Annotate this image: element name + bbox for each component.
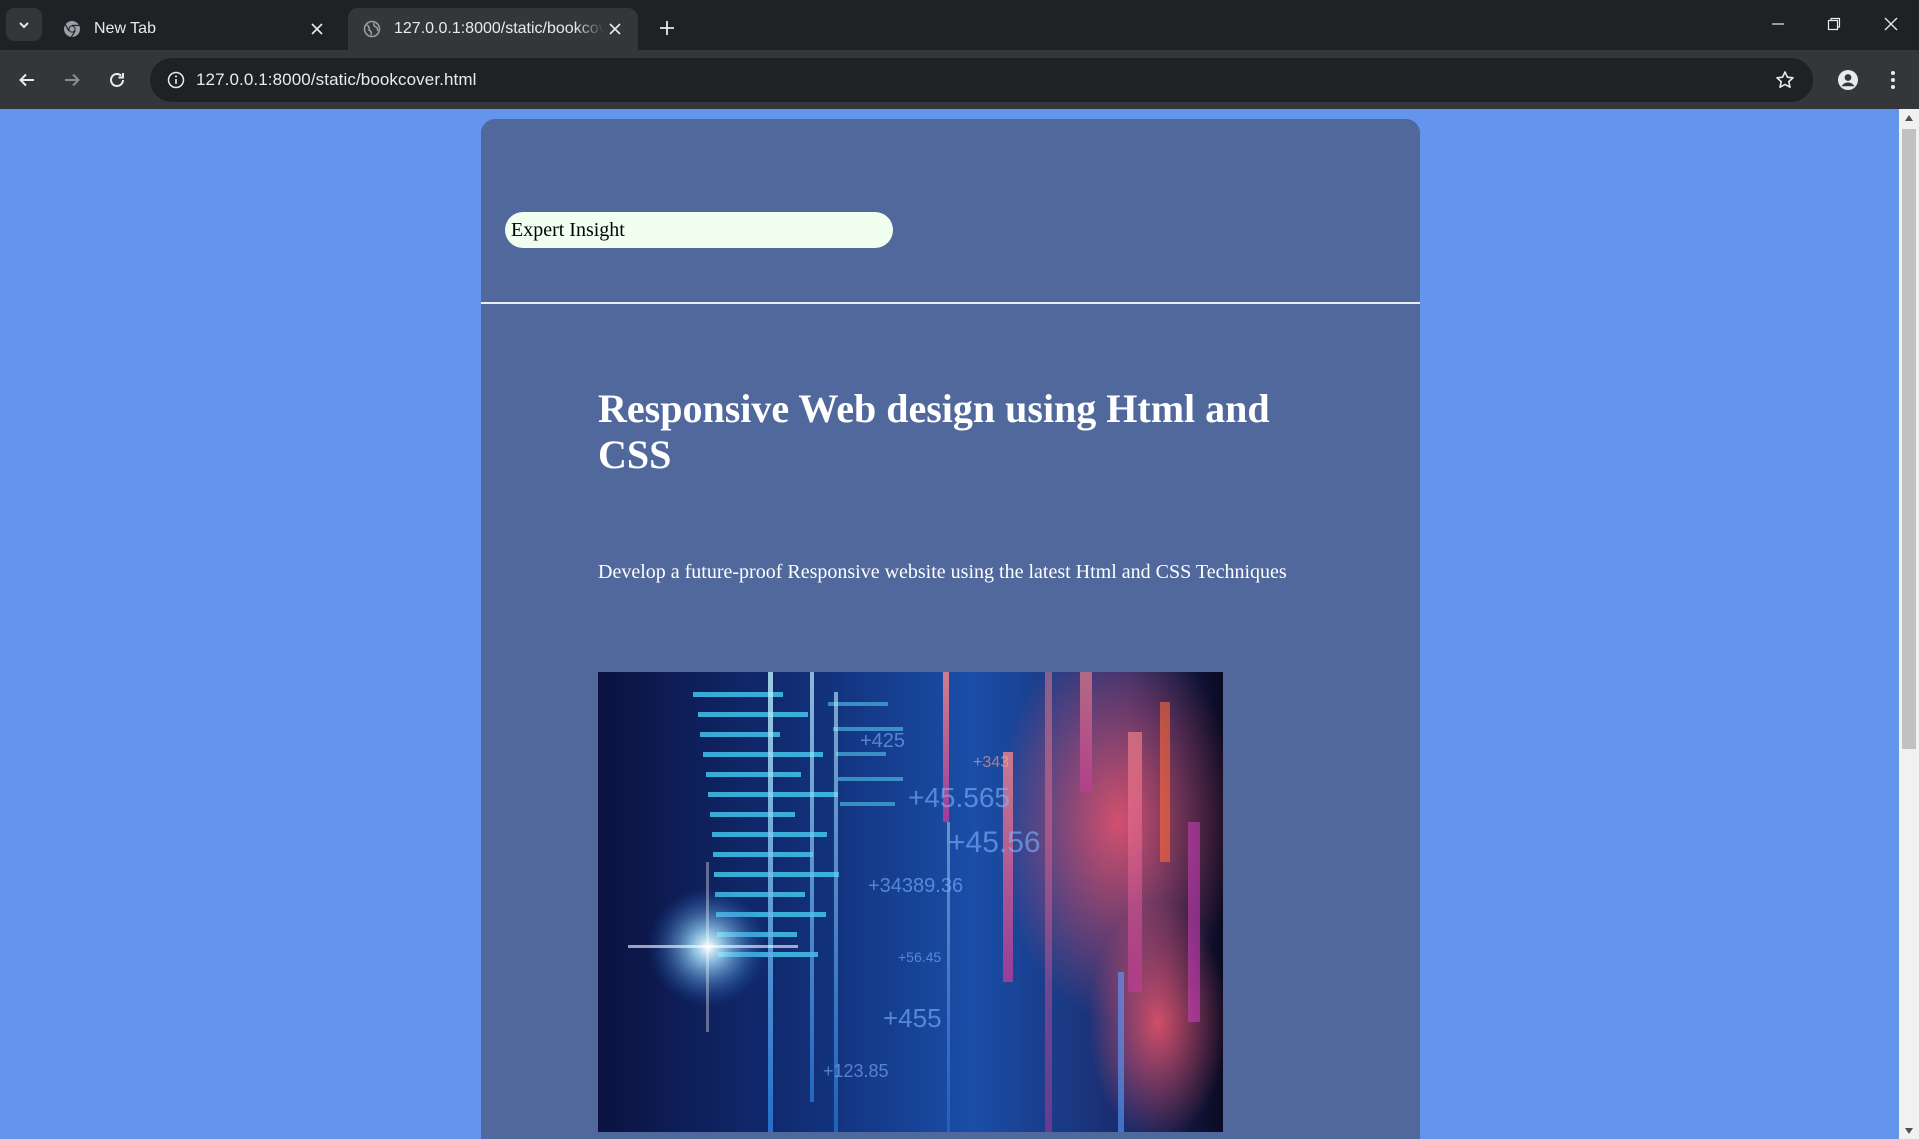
divider (481, 302, 1420, 304)
star-icon (1776, 71, 1794, 88)
cover-number: +123.85 (823, 1061, 889, 1081)
cover-number: +56.45 (898, 949, 941, 965)
chrome-icon (62, 19, 82, 39)
book-cover-card: Expert Insight Responsive Web design usi… (481, 119, 1420, 1139)
avatar-icon (1838, 70, 1858, 90)
profile-button[interactable] (1830, 62, 1866, 98)
globe-icon (362, 19, 382, 39)
cover-number: +343 (973, 754, 1009, 771)
close-tab-icon[interactable] (604, 18, 626, 40)
minimize-button[interactable] (1756, 6, 1800, 42)
close-window-button[interactable] (1869, 6, 1913, 42)
minimize-icon (1772, 23, 1784, 25)
reload-icon (110, 73, 124, 87)
back-button[interactable] (9, 62, 45, 98)
restore-icon (1827, 17, 1841, 31)
reload-button[interactable] (99, 62, 135, 98)
tab-new-tab[interactable]: New Tab (48, 8, 340, 50)
triangle-down-icon (1905, 1127, 1913, 1134)
arrow-left-icon (19, 73, 34, 87)
cover-number: +34389.36 (868, 875, 963, 897)
book-subtitle: Develop a future-proof Responsive websit… (598, 561, 1287, 583)
expert-insight-badge: Expert Insight (505, 212, 893, 248)
cover-number: +45.565 (908, 782, 1010, 813)
close-icon (1884, 17, 1898, 31)
tab-search-button[interactable] (6, 8, 42, 41)
browser-toolbar: 127.0.0.1:8000/static/bookcover.html (0, 50, 1919, 109)
tab-bookcover[interactable]: 127.0.0.1:8000/static/bookcover.html (348, 8, 638, 50)
info-icon (167, 71, 185, 89)
tab-title: New Tab (94, 20, 156, 37)
scrollbar-thumb[interactable] (1902, 129, 1916, 749)
restore-button[interactable] (1812, 6, 1856, 42)
chevron-down-icon (19, 21, 29, 28)
book-title: Responsive Web design using Html and CSS (598, 386, 1270, 477)
forward-button[interactable] (54, 62, 90, 98)
scroll-up-button[interactable] (1899, 109, 1919, 126)
cover-image: +425 +45.565 +34389.36 +56.45 +455 +123.… (598, 672, 1223, 1132)
url-text[interactable]: 127.0.0.1:8000/static/bookcover.html (196, 58, 477, 102)
vertical-scrollbar[interactable] (1899, 109, 1919, 1139)
triangle-up-icon (1905, 114, 1913, 121)
bookmark-button[interactable] (1769, 64, 1801, 96)
menu-button[interactable] (1875, 62, 1911, 98)
cover-number: +425 (860, 730, 905, 752)
code-data-visualization-image: +425 +45.565 +34389.36 +56.45 +455 +123.… (598, 672, 1223, 1132)
tab-title: 127.0.0.1:8000/static/bookcover.html (394, 20, 604, 37)
address-bar[interactable]: 127.0.0.1:8000/static/bookcover.html (150, 58, 1813, 102)
page-viewport: Expert Insight Responsive Web design usi… (0, 109, 1899, 1139)
close-tab-icon[interactable] (306, 18, 328, 40)
plus-icon (660, 21, 674, 35)
new-tab-button[interactable] (652, 13, 682, 43)
more-vertical-icon (1891, 71, 1895, 89)
cover-number: +45.56 (948, 826, 1041, 859)
site-info-button[interactable] (160, 64, 192, 96)
tab-strip: New Tab 127.0.0.1:8000/static/bookcover.… (0, 0, 1919, 50)
cover-number: +455 (883, 1003, 942, 1033)
arrow-right-icon (65, 73, 80, 87)
scroll-down-button[interactable] (1899, 1122, 1919, 1139)
